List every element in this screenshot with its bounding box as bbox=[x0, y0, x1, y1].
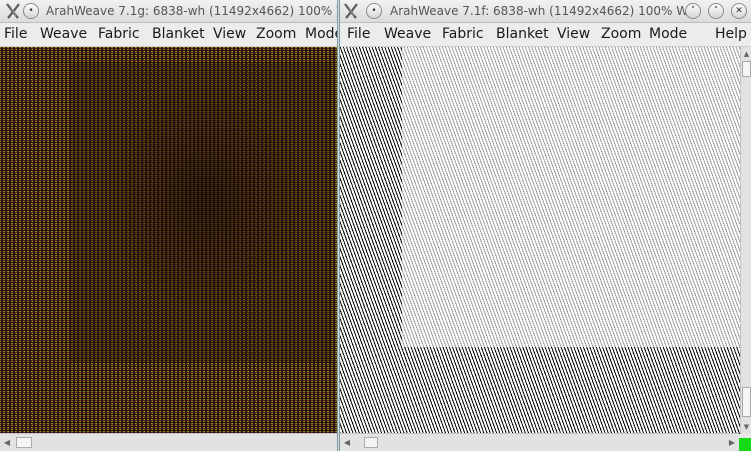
maximize-icon[interactable]: ˄ bbox=[708, 3, 724, 19]
right-vertical-scrollbar[interactable]: ▲ ▼ bbox=[740, 47, 751, 434]
right-window: • ArahWeave 7.1f: 6838-wh (11492x4662) 1… bbox=[339, 0, 751, 451]
menu-fabric[interactable]: Fabric bbox=[442, 26, 484, 42]
scroll-up-icon[interactable]: ▲ bbox=[742, 49, 751, 59]
menu-blanket[interactable]: Blanket bbox=[152, 26, 205, 42]
scroll-left-icon[interactable]: ◀ bbox=[2, 437, 12, 448]
left-window-title: ArahWeave 7.1g: 6838-wh (11492x4662) 100… bbox=[46, 4, 338, 18]
arahweave-x-icon[interactable] bbox=[342, 2, 360, 20]
menu-file[interactable]: File bbox=[4, 26, 27, 42]
weave-pattern-canvas[interactable] bbox=[340, 47, 740, 434]
left-titlebar[interactable]: • ArahWeave 7.1g: 6838-wh (11492x4662) 1… bbox=[0, 0, 337, 23]
left-horizontal-scrollbar[interactable]: ◀ bbox=[0, 433, 337, 451]
menu-view[interactable]: View bbox=[557, 26, 590, 42]
left-hscroll-thumb[interactable] bbox=[16, 437, 32, 448]
menu-blanket[interactable]: Blanket bbox=[496, 26, 549, 42]
window-menu-icon[interactable]: • bbox=[23, 3, 39, 19]
left-menubar: File Weave Fabric Blanket View Zoom Mode bbox=[0, 23, 337, 47]
menu-zoom[interactable]: Zoom bbox=[256, 26, 296, 42]
status-indicator bbox=[739, 438, 751, 451]
menu-fabric[interactable]: Fabric bbox=[98, 26, 140, 42]
left-window: • ArahWeave 7.1g: 6838-wh (11492x4662) 1… bbox=[0, 0, 338, 451]
scroll-right-icon[interactable]: ▶ bbox=[727, 437, 737, 448]
menu-file[interactable]: File bbox=[347, 26, 370, 42]
menu-mode[interactable]: Mode bbox=[305, 26, 337, 42]
right-titlebar[interactable]: • ArahWeave 7.1f: 6838-wh (11492x4662) 1… bbox=[340, 0, 751, 23]
menu-zoom[interactable]: Zoom bbox=[601, 26, 641, 42]
right-hscroll-thumb[interactable] bbox=[364, 437, 378, 448]
close-icon[interactable]: ✕ bbox=[731, 3, 747, 19]
right-window-title: ArahWeave 7.1f: 6838-wh (11492x4662) 100… bbox=[390, 4, 699, 18]
arahweave-x-icon[interactable] bbox=[4, 2, 22, 20]
menu-mode[interactable]: Mode bbox=[649, 26, 687, 42]
right-menubar: File Weave Fabric Blanket View Zoom Mode… bbox=[340, 23, 751, 47]
weave-pattern-region bbox=[402, 47, 740, 347]
scroll-left-icon[interactable]: ◀ bbox=[342, 437, 352, 448]
menu-weave[interactable]: Weave bbox=[384, 26, 431, 42]
window-menu-icon[interactable]: • bbox=[366, 3, 382, 19]
minimize-icon[interactable]: ˅ bbox=[685, 3, 701, 19]
menu-weave[interactable]: Weave bbox=[40, 26, 87, 42]
menu-view[interactable]: View bbox=[213, 26, 246, 42]
right-vscroll-thumb[interactable] bbox=[742, 387, 751, 417]
menu-help[interactable]: Help bbox=[715, 26, 747, 42]
fabric-pattern-region bbox=[70, 62, 332, 362]
scroll-down-icon[interactable]: ▼ bbox=[742, 422, 751, 432]
fabric-simulation-canvas[interactable] bbox=[0, 47, 337, 434]
right-vscroll-thumb-top[interactable] bbox=[742, 61, 751, 77]
right-horizontal-scrollbar[interactable]: ◀ ▶ bbox=[340, 433, 739, 451]
